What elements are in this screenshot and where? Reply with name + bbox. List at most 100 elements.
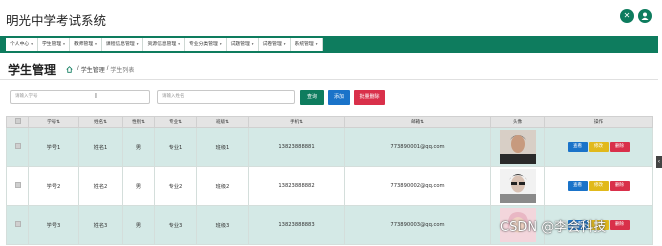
checkbox[interactable] [14, 118, 21, 124]
column-header-gender[interactable]: 性别⇅ [122, 116, 155, 128]
main-nav: 个人中心 ▾ 学生管理 ▾ 教师管理 ▾ 课程信息管理 ▾ 资源信息管理 ▾ 专业分类管理… [0, 36, 658, 53]
cell-email: 773890002@qq.com [344, 166, 491, 206]
column-header-student-no[interactable]: 学号⇅ [28, 116, 79, 128]
search-bar: 请输入学号 I 请输入姓名 查询 添加 批量删除 [0, 90, 662, 105]
column-header-major[interactable]: 专业⇅ [154, 116, 197, 128]
cell-major: 专业2 [154, 166, 197, 206]
cell-student-no: 学号1 [28, 127, 79, 167]
edit-button[interactable]: 修改 [588, 142, 609, 152]
cell-phone: 13823888882 [248, 166, 345, 206]
chevron-down-icon: ▾ [219, 42, 222, 46]
nav-item-resources[interactable]: 资源信息管理 ▾ [143, 38, 186, 51]
nav-label: 试卷管理 [262, 42, 282, 47]
header-divider [0, 79, 658, 80]
cell-major: 专业3 [154, 205, 197, 245]
breadcrumb: / 学生管理 / 学生列表 [66, 65, 134, 74]
column-header-class[interactable]: 班级⇅ [196, 116, 249, 128]
watermark: CSDN @李会科技 [500, 220, 607, 235]
table-row: 学号1 姓名1 男 专业1 班级1 13823888881 773890001@… [6, 127, 653, 167]
chevron-down-icon: ▾ [136, 42, 139, 46]
cell-avatar [490, 166, 545, 206]
cell-gender: 男 [122, 127, 155, 167]
column-header-avatar: 头像 [490, 116, 545, 128]
cell-major: 专业1 [154, 127, 197, 167]
bulk-delete-button[interactable]: 批量删除 [354, 90, 385, 105]
row-checkbox-cell [6, 127, 29, 167]
cell-email: 773890003@qq.com [344, 205, 491, 245]
chevron-down-icon: ▾ [315, 42, 318, 46]
row-checkbox[interactable] [14, 182, 21, 188]
cell-avatar [490, 127, 545, 167]
row-checkbox[interactable] [14, 143, 21, 149]
nav-item-questions[interactable]: 试题管理 ▾ [226, 38, 259, 51]
column-header-actions: 操作 [544, 116, 653, 128]
page-title: 学生管理 [8, 62, 57, 77]
delete-button[interactable]: 删除 [609, 220, 630, 230]
chevron-down-icon: ▾ [63, 42, 65, 46]
nav-label: 试题管理 [230, 42, 250, 47]
cell-name: 姓名3 [78, 205, 123, 245]
user-icon[interactable] [638, 9, 652, 23]
row-checkbox-cell [6, 205, 29, 245]
nav-item-teachers[interactable]: 教师管理 ▾ [69, 38, 102, 51]
cell-name: 姓名1 [78, 127, 123, 167]
home-icon[interactable] [66, 65, 73, 73]
table-row: 学号2 姓名2 男 专业2 班级2 13823888882 773890002@… [6, 166, 653, 206]
cell-phone: 13823888881 [248, 127, 345, 167]
app-title: 明光中学考试系统 [6, 13, 107, 28]
chevron-down-icon: ▾ [283, 42, 286, 46]
query-button[interactable]: 查询 [300, 90, 324, 105]
name-search-input[interactable]: 请输入姓名 [157, 90, 295, 104]
nav-label: 系统管理 [294, 42, 314, 47]
add-button[interactable]: 添加 [328, 90, 350, 105]
chevron-down-icon: ▾ [178, 42, 181, 46]
nav-label: 个人中心 [10, 42, 30, 47]
nav-item-personal-center[interactable]: 个人中心 ▾ [6, 38, 38, 51]
column-header-email[interactable]: 邮箱⇅ [344, 116, 491, 128]
nav-item-students[interactable]: 学生管理 ▾ [37, 38, 70, 51]
nav-label: 课程信息管理 [105, 42, 135, 47]
nav-item-majors[interactable]: 专业分类管理 ▾ [185, 38, 227, 51]
edit-button[interactable]: 修改 [588, 181, 609, 191]
nav-item-system[interactable]: 系统管理 ▾ [290, 38, 323, 51]
nav-label: 专业分类管理 [189, 42, 218, 47]
sidebar-toggle-icon[interactable]: ‹ [656, 156, 662, 168]
select-all-checkbox[interactable] [6, 116, 29, 128]
cell-actions: 查看 修改 删除 [544, 166, 653, 206]
column-header-name[interactable]: 姓名⇅ [78, 116, 123, 128]
cell-student-no: 学号3 [28, 205, 79, 245]
cell-class: 班级1 [196, 127, 249, 167]
view-button[interactable]: 查看 [567, 181, 588, 191]
cell-actions: 查看 修改 删除 [544, 127, 653, 167]
delete-button[interactable]: 删除 [609, 181, 630, 191]
cell-class: 班级3 [196, 205, 249, 245]
delete-button[interactable]: 删除 [609, 142, 630, 152]
column-header-phone[interactable]: 手机⇅ [248, 116, 345, 128]
breadcrumb-separator: / [77, 66, 79, 72]
cell-name: 姓名2 [78, 166, 123, 206]
chevron-down-icon: ▾ [95, 42, 97, 46]
top-bar: 明光中学考试系统 ✕ [0, 0, 662, 36]
breadcrumb-separator: / [106, 66, 109, 72]
close-circle-icon[interactable]: ✕ [620, 9, 634, 23]
chevron-down-icon: ▾ [31, 42, 33, 46]
nav-label: 学生管理 [41, 42, 62, 47]
user-silhouette-icon [641, 12, 649, 20]
page-header: 学生管理 / 学生管理 / 学生列表 [8, 60, 134, 78]
avatar-photo [499, 130, 536, 164]
cell-phone: 13823888883 [248, 205, 345, 245]
breadcrumb-item-students[interactable]: 学生管理 [81, 65, 105, 74]
cell-student-no: 学号2 [28, 166, 79, 206]
view-button[interactable]: 查看 [567, 142, 588, 152]
nav-item-courses[interactable]: 课程信息管理 ▾ [101, 38, 144, 51]
avatar-photo [499, 169, 536, 203]
breadcrumb-item-list: 学生列表 [110, 67, 135, 74]
cell-gender: 男 [122, 166, 155, 206]
cell-class: 班级2 [196, 166, 249, 206]
cell-email: 773890001@qq.com [344, 127, 491, 167]
student-no-search-input[interactable]: 请输入学号 [10, 90, 150, 104]
row-checkbox[interactable] [14, 221, 21, 227]
nav-label: 资源信息管理 [147, 42, 177, 47]
nav-item-papers[interactable]: 试卷管理 ▾ [258, 38, 291, 51]
chevron-down-icon: ▾ [251, 42, 254, 46]
